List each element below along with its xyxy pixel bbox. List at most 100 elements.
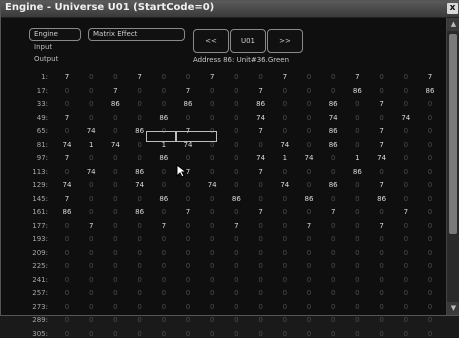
channel-value-cell[interactable]: 86	[323, 100, 343, 108]
channel-value-cell[interactable]: 0	[57, 87, 77, 95]
channel-value-cell[interactable]: 0	[275, 235, 295, 243]
channel-value-cell[interactable]: 0	[202, 195, 222, 203]
next-universe-button[interactable]: >>	[267, 29, 303, 53]
channel-value-cell[interactable]: 0	[154, 303, 174, 311]
channel-value-cell[interactable]: 0	[81, 154, 101, 162]
channel-value-cell[interactable]: 0	[105, 114, 125, 122]
channel-value-cell[interactable]: 0	[251, 195, 271, 203]
channel-value-cell[interactable]: 0	[130, 114, 150, 122]
channel-value-cell[interactable]: 7	[251, 87, 271, 95]
channel-value-cell[interactable]: 0	[130, 222, 150, 230]
channel-value-cell[interactable]: 74	[130, 181, 150, 189]
channel-value-cell[interactable]: 7	[372, 141, 392, 149]
channel-value-cell[interactable]: 0	[420, 168, 440, 176]
channel-value-cell[interactable]: 0	[396, 73, 416, 81]
channel-value-cell[interactable]: 0	[57, 330, 77, 338]
channel-value-cell[interactable]: 0	[81, 195, 101, 203]
channel-value-cell[interactable]: 0	[396, 100, 416, 108]
channel-value-cell[interactable]: 7	[57, 73, 77, 81]
channel-value-cell[interactable]: 0	[299, 168, 319, 176]
channel-value-cell[interactable]: 0	[347, 276, 367, 284]
channel-value-cell[interactable]: 0	[105, 249, 125, 257]
channel-value-cell[interactable]: 0	[105, 181, 125, 189]
channel-value-cell[interactable]: 0	[154, 235, 174, 243]
channel-value-cell[interactable]: 0	[226, 100, 246, 108]
channel-value-cell[interactable]: 86	[299, 195, 319, 203]
channel-value-cell[interactable]: 0	[251, 181, 271, 189]
channel-value-cell[interactable]: 0	[347, 222, 367, 230]
channel-value-cell[interactable]: 0	[105, 262, 125, 270]
channel-value-cell[interactable]: 0	[420, 154, 440, 162]
channel-value-cell[interactable]: 86	[372, 195, 392, 203]
channel-value-cell[interactable]: 0	[81, 330, 101, 338]
channel-value-cell[interactable]: 7	[420, 73, 440, 81]
channel-value-cell[interactable]: 0	[396, 87, 416, 95]
channel-value-cell[interactable]: 0	[323, 195, 343, 203]
channel-value-cell[interactable]: 0	[420, 195, 440, 203]
channel-value-cell[interactable]: 0	[226, 127, 246, 135]
channel-value-cell[interactable]: 0	[396, 141, 416, 149]
channel-value-cell[interactable]: 0	[226, 303, 246, 311]
channel-value-cell[interactable]: 86	[323, 181, 343, 189]
channel-value-cell[interactable]: 0	[299, 316, 319, 324]
channel-value-cell[interactable]: 0	[347, 127, 367, 135]
channel-value-cell[interactable]: 0	[347, 289, 367, 297]
channel-value-cell[interactable]: 7	[372, 100, 392, 108]
channel-value-cell[interactable]: 0	[202, 114, 222, 122]
channel-value-cell[interactable]: 0	[130, 262, 150, 270]
channel-value-cell[interactable]: 0	[57, 276, 77, 284]
channel-value-cell[interactable]: 0	[396, 276, 416, 284]
channel-value-cell[interactable]: 0	[57, 100, 77, 108]
channel-value-cell[interactable]: 0	[299, 262, 319, 270]
channel-value-cell[interactable]: 0	[420, 222, 440, 230]
channel-value-cell[interactable]: 0	[299, 249, 319, 257]
channel-value-cell[interactable]: 0	[420, 276, 440, 284]
channel-value-cell[interactable]: 0	[396, 303, 416, 311]
channel-value-cell[interactable]: 0	[275, 249, 295, 257]
channel-value-cell[interactable]: 0	[202, 303, 222, 311]
channel-value-cell[interactable]: 0	[202, 154, 222, 162]
channel-value-cell[interactable]: 0	[105, 208, 125, 216]
channel-value-cell[interactable]: 86	[226, 195, 246, 203]
channel-value-cell[interactable]: 0	[372, 87, 392, 95]
channel-value-cell[interactable]: 7	[81, 222, 101, 230]
channel-value-cell[interactable]: 86	[130, 208, 150, 216]
channel-value-cell[interactable]: 0	[105, 168, 125, 176]
channel-value-cell[interactable]: 0	[323, 249, 343, 257]
channel-value-cell[interactable]: 86	[154, 154, 174, 162]
channel-value-cell[interactable]: 0	[372, 262, 392, 270]
channel-value-cell[interactable]: 0	[251, 330, 271, 338]
channel-value-cell[interactable]: 7	[347, 73, 367, 81]
channel-value-cell[interactable]: 0	[323, 262, 343, 270]
channel-value-cell[interactable]: 0	[57, 235, 77, 243]
channel-value-cell[interactable]: 0	[420, 316, 440, 324]
channel-value-cell[interactable]: 0	[178, 181, 198, 189]
channel-value-cell[interactable]: 0	[226, 330, 246, 338]
channel-value-cell[interactable]: 0	[178, 154, 198, 162]
channel-value-cell[interactable]: 74	[57, 181, 77, 189]
channel-value-cell[interactable]: 0	[226, 154, 246, 162]
channel-value-cell[interactable]: 0	[154, 208, 174, 216]
channel-value-cell[interactable]: 0	[105, 235, 125, 243]
channel-value-cell[interactable]: 86	[347, 87, 367, 95]
channel-value-cell[interactable]: 0	[202, 208, 222, 216]
channel-value-cell[interactable]: 0	[299, 127, 319, 135]
channel-value-cell[interactable]: 0	[420, 181, 440, 189]
channel-value-cell[interactable]: 0	[275, 289, 295, 297]
channel-value-cell[interactable]: 0	[396, 222, 416, 230]
channel-value-cell[interactable]: 0	[299, 181, 319, 189]
channel-value-cell[interactable]: 0	[251, 222, 271, 230]
channel-value-cell[interactable]: 0	[130, 276, 150, 284]
channel-value-cell[interactable]: 0	[420, 100, 440, 108]
channel-value-cell[interactable]: 7	[178, 87, 198, 95]
channel-value-cell[interactable]: 0	[154, 87, 174, 95]
channel-value-cell[interactable]: 0	[299, 208, 319, 216]
engine-button[interactable]: Engine	[29, 28, 81, 41]
channel-value-cell[interactable]: 0	[226, 316, 246, 324]
channel-value-cell[interactable]: 0	[275, 276, 295, 284]
channel-value-cell[interactable]: 0	[178, 73, 198, 81]
channel-value-cell[interactable]: 0	[130, 87, 150, 95]
channel-value-cell[interactable]: 7	[57, 114, 77, 122]
channel-value-cell[interactable]: 0	[202, 235, 222, 243]
channel-value-cell[interactable]: 74	[105, 141, 125, 149]
